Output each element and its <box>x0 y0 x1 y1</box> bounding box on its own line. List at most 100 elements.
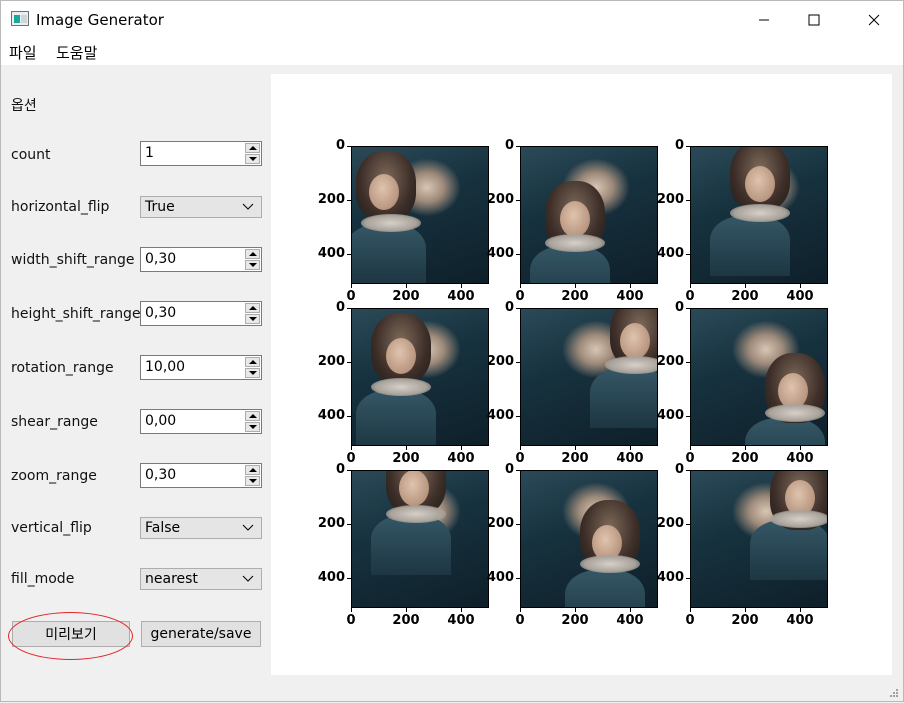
spin-up-icon[interactable] <box>245 303 260 313</box>
x-tick-mark <box>745 608 746 612</box>
spin-up-icon[interactable] <box>245 465 260 475</box>
augmented-image-subplot: 0 200 400 0 200 400 <box>487 300 658 468</box>
chevron-down-icon <box>242 203 254 210</box>
y-tick-mark <box>347 470 351 471</box>
y-tick-label: 0 <box>674 300 684 315</box>
zoom-range-value[interactable]: 0,30 <box>145 467 176 483</box>
generate-save-button[interactable]: generate/save <box>141 621 261 647</box>
y-tick-label: 400 <box>486 246 514 261</box>
y-tick-label: 200 <box>317 354 345 369</box>
x-tick-mark <box>406 608 407 612</box>
spin-down-icon[interactable] <box>245 422 260 432</box>
y-tick-mark <box>516 362 520 363</box>
x-tick-mark <box>351 608 352 612</box>
x-tick-label: 200 <box>731 451 759 466</box>
chevron-down-icon <box>242 575 254 582</box>
augmented-image-subplot: 0 200 400 0 200 400 <box>318 138 489 306</box>
x-tick-label: 200 <box>731 289 759 304</box>
x-tick-mark <box>575 284 576 288</box>
spin-down-icon[interactable] <box>245 154 260 164</box>
spin-up-icon[interactable] <box>245 143 260 153</box>
width-shift-range-spinbox[interactable]: 0,30 <box>140 247 262 272</box>
spin-up-icon[interactable] <box>245 357 260 367</box>
augmented-image <box>690 470 828 608</box>
y-tick-mark <box>347 146 351 147</box>
fill-mode-select[interactable]: nearest <box>140 568 262 590</box>
y-tick-mark <box>347 416 351 417</box>
x-tick-mark <box>690 608 691 612</box>
augmented-image-subplot: 0 200 400 0 200 400 <box>487 138 658 306</box>
y-tick-mark <box>686 578 690 579</box>
spin-down-icon[interactable] <box>245 260 260 270</box>
rotation-range-value[interactable]: 10,00 <box>145 359 185 375</box>
height-shift-range-value[interactable]: 0,30 <box>145 305 176 321</box>
window-title: Image Generator <box>36 11 164 29</box>
height-shift-range-spinbox[interactable]: 0,30 <box>140 301 262 326</box>
x-tick-label: 400 <box>447 613 475 628</box>
x-tick-label: 400 <box>616 613 644 628</box>
label-vertical-flip: vertical_flip <box>11 520 92 536</box>
spin-up-icon[interactable] <box>245 411 260 421</box>
maximize-icon <box>808 14 820 25</box>
y-tick-label: 200 <box>486 354 514 369</box>
y-tick-label: 200 <box>317 192 345 207</box>
width-shift-range-value[interactable]: 0,30 <box>145 251 176 267</box>
title-bar[interactable]: Image Generator <box>1 1 903 38</box>
menu-help[interactable]: 도움말 <box>56 42 97 63</box>
y-tick-label: 400 <box>317 570 345 585</box>
x-tick-label: 0 <box>346 613 356 628</box>
x-tick-mark <box>630 608 631 612</box>
x-tick-mark <box>745 284 746 288</box>
label-count: count <box>11 147 51 163</box>
augmented-image <box>520 308 658 446</box>
zoom-range-spinbox[interactable]: 0,30 <box>140 463 262 488</box>
horizontal-flip-select[interactable]: True <box>140 196 262 218</box>
minimize-button[interactable] <box>741 1 787 38</box>
y-tick-label: 400 <box>656 246 684 261</box>
x-tick-mark <box>520 284 521 288</box>
vertical-flip-value: False <box>145 520 181 536</box>
vertical-flip-select[interactable]: False <box>140 517 262 539</box>
shear-range-spinbox[interactable]: 0,00 <box>140 409 262 434</box>
spin-down-icon[interactable] <box>245 314 260 324</box>
y-tick-mark <box>686 308 690 309</box>
count-spinbox[interactable]: 1 <box>140 141 262 166</box>
augmented-image-subplot: 0 200 400 0 200 400 <box>657 462 828 630</box>
resize-grip-icon[interactable] <box>889 688 899 698</box>
y-tick-mark <box>516 470 520 471</box>
maximize-button[interactable] <box>791 1 837 38</box>
x-tick-mark <box>461 446 462 450</box>
close-icon <box>868 14 880 25</box>
y-tick-label: 0 <box>335 138 345 153</box>
x-tick-label: 200 <box>561 613 589 628</box>
shear-range-value[interactable]: 0,00 <box>145 413 176 429</box>
y-tick-mark <box>347 254 351 255</box>
y-tick-label: 400 <box>486 408 514 423</box>
count-value[interactable]: 1 <box>145 145 154 161</box>
x-tick-mark <box>351 446 352 450</box>
y-tick-mark <box>686 524 690 525</box>
label-width-shift-range: width_shift_range <box>11 252 135 268</box>
x-tick-mark <box>406 446 407 450</box>
y-tick-label: 0 <box>674 462 684 477</box>
x-tick-mark <box>800 608 801 612</box>
y-tick-mark <box>516 254 520 255</box>
x-tick-label: 200 <box>392 289 420 304</box>
spin-down-icon[interactable] <box>245 368 260 378</box>
app-icon <box>11 11 29 26</box>
menu-bar: 파일 도움말 <box>1 38 903 65</box>
menu-file[interactable]: 파일 <box>9 42 37 63</box>
spin-down-icon[interactable] <box>245 476 260 486</box>
y-tick-label: 200 <box>486 516 514 531</box>
augmented-image <box>351 308 489 446</box>
minimize-icon <box>759 19 769 20</box>
x-tick-label: 200 <box>561 451 589 466</box>
label-fill-mode: fill_mode <box>11 571 75 587</box>
augmented-image <box>690 146 828 284</box>
close-button[interactable] <box>851 1 897 38</box>
preview-button[interactable]: 미리보기 <box>12 621 130 647</box>
x-tick-label: 200 <box>561 289 589 304</box>
rotation-range-spinbox[interactable]: 10,00 <box>140 355 262 380</box>
x-tick-mark <box>800 446 801 450</box>
spin-up-icon[interactable] <box>245 249 260 259</box>
